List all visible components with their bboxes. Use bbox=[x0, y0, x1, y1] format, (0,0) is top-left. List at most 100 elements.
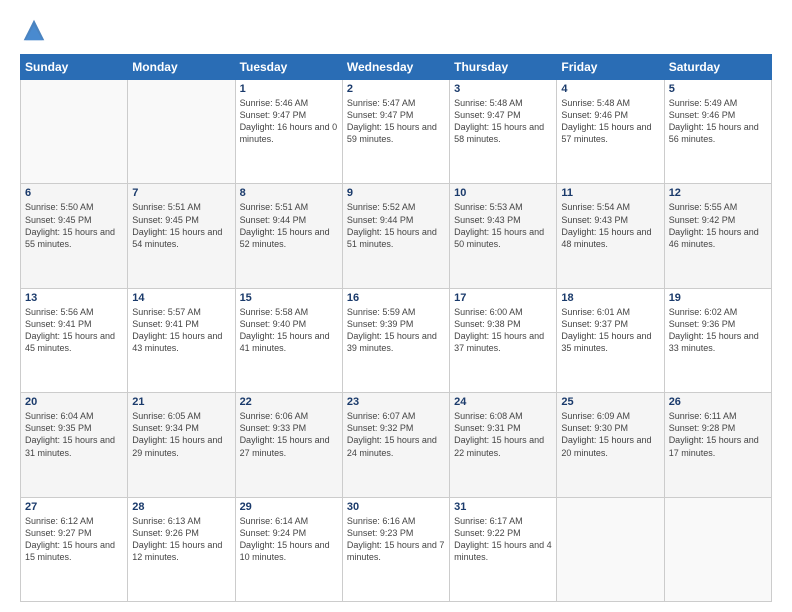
day-number: 23 bbox=[347, 396, 445, 408]
day-info: Sunrise: 5:49 AM Sunset: 9:46 PM Dayligh… bbox=[669, 97, 767, 146]
day-of-week-header: Thursday bbox=[450, 55, 557, 80]
day-number: 14 bbox=[132, 292, 230, 304]
calendar-week-row: 1 Sunrise: 5:46 AM Sunset: 9:47 PM Daylig… bbox=[21, 80, 772, 184]
day-number: 20 bbox=[25, 396, 123, 408]
header bbox=[20, 16, 772, 44]
day-number: 15 bbox=[240, 292, 338, 304]
day-info: Sunrise: 6:16 AM Sunset: 9:23 PM Dayligh… bbox=[347, 515, 445, 564]
calendar-cell: 7Sunrise: 5:51 AM Sunset: 9:45 PM Daylig… bbox=[128, 184, 235, 288]
day-info: Sunrise: 6:13 AM Sunset: 9:26 PM Dayligh… bbox=[132, 515, 230, 564]
calendar-cell bbox=[21, 80, 128, 184]
day-info: Sunrise: 5:52 AM Sunset: 9:44 PM Dayligh… bbox=[347, 201, 445, 250]
day-info: Sunrise: 6:05 AM Sunset: 9:34 PM Dayligh… bbox=[132, 410, 230, 459]
calendar-cell bbox=[664, 497, 771, 601]
calendar-cell: 29Sunrise: 6:14 AM Sunset: 9:24 PM Dayli… bbox=[235, 497, 342, 601]
day-number: 12 bbox=[669, 187, 767, 199]
calendar-cell: 21 Sunrise: 6:05 AM Sunset: 9:34 PM Dayli… bbox=[128, 393, 235, 497]
day-info: Sunrise: 5:47 AM Sunset: 9:47 PM Dayligh… bbox=[347, 97, 445, 146]
day-number: 26 bbox=[669, 396, 767, 408]
calendar-header-row: SundayMondayTuesdayWednesdayThursdayFrid… bbox=[21, 55, 772, 80]
day-number: 29 bbox=[240, 501, 338, 513]
day-info: Sunrise: 5:48 AM Sunset: 9:46 PM Dayligh… bbox=[561, 97, 659, 146]
day-number: 2 bbox=[347, 83, 445, 95]
day-info: Sunrise: 6:08 AM Sunset: 9:31 PM Dayligh… bbox=[454, 410, 552, 459]
calendar-cell: 19 Sunrise: 6:02 AM Sunset: 9:36 PM Dayli… bbox=[664, 288, 771, 392]
calendar-cell: 10 Sunrise: 5:53 AM Sunset: 9:43 PM Dayli… bbox=[450, 184, 557, 288]
day-number: 3 bbox=[454, 83, 552, 95]
day-number: 1 bbox=[240, 83, 338, 95]
calendar-cell: 24 Sunrise: 6:08 AM Sunset: 9:31 PM Dayli… bbox=[450, 393, 557, 497]
calendar-cell: 28Sunrise: 6:13 AM Sunset: 9:26 PM Dayli… bbox=[128, 497, 235, 601]
day-info: Sunrise: 5:53 AM Sunset: 9:43 PM Dayligh… bbox=[454, 201, 552, 250]
day-info: Sunrise: 6:04 AM Sunset: 9:35 PM Dayligh… bbox=[25, 410, 123, 459]
page: SundayMondayTuesdayWednesdayThursdayFrid… bbox=[0, 0, 792, 612]
day-info: Sunrise: 5:57 AM Sunset: 9:41 PM Dayligh… bbox=[132, 306, 230, 355]
calendar-cell: 5Sunrise: 5:49 AM Sunset: 9:46 PM Daylig… bbox=[664, 80, 771, 184]
day-number: 17 bbox=[454, 292, 552, 304]
day-of-week-header: Wednesday bbox=[342, 55, 449, 80]
day-info: Sunrise: 5:48 AM Sunset: 9:47 PM Dayligh… bbox=[454, 97, 552, 146]
day-number: 21 bbox=[132, 396, 230, 408]
logo-icon bbox=[20, 16, 48, 44]
calendar-cell: 4 Sunrise: 5:48 AM Sunset: 9:46 PM Daylig… bbox=[557, 80, 664, 184]
day-number: 30 bbox=[347, 501, 445, 513]
calendar-cell: 23 Sunrise: 6:07 AM Sunset: 9:32 PM Dayli… bbox=[342, 393, 449, 497]
day-info: Sunrise: 5:56 AM Sunset: 9:41 PM Dayligh… bbox=[25, 306, 123, 355]
calendar-week-row: 6Sunrise: 5:50 AM Sunset: 9:45 PM Daylig… bbox=[21, 184, 772, 288]
day-info: Sunrise: 6:06 AM Sunset: 9:33 PM Dayligh… bbox=[240, 410, 338, 459]
calendar-cell: 18 Sunrise: 6:01 AM Sunset: 9:37 PM Dayli… bbox=[557, 288, 664, 392]
calendar-cell: 16 Sunrise: 5:59 AM Sunset: 9:39 PM Dayli… bbox=[342, 288, 449, 392]
calendar-cell: 1 Sunrise: 5:46 AM Sunset: 9:47 PM Daylig… bbox=[235, 80, 342, 184]
day-info: Sunrise: 6:12 AM Sunset: 9:27 PM Dayligh… bbox=[25, 515, 123, 564]
day-number: 13 bbox=[25, 292, 123, 304]
day-number: 27 bbox=[25, 501, 123, 513]
day-info: Sunrise: 5:51 AM Sunset: 9:44 PM Dayligh… bbox=[240, 201, 338, 250]
day-number: 16 bbox=[347, 292, 445, 304]
day-number: 10 bbox=[454, 187, 552, 199]
calendar-cell: 17 Sunrise: 6:00 AM Sunset: 9:38 PM Dayli… bbox=[450, 288, 557, 392]
day-number: 18 bbox=[561, 292, 659, 304]
calendar-cell bbox=[557, 497, 664, 601]
calendar-cell: 25Sunrise: 6:09 AM Sunset: 9:30 PM Dayli… bbox=[557, 393, 664, 497]
calendar-week-row: 27 Sunrise: 6:12 AM Sunset: 9:27 PM Dayli… bbox=[21, 497, 772, 601]
calendar-cell: 6Sunrise: 5:50 AM Sunset: 9:45 PM Daylig… bbox=[21, 184, 128, 288]
day-info: Sunrise: 6:02 AM Sunset: 9:36 PM Dayligh… bbox=[669, 306, 767, 355]
calendar-cell: 20 Sunrise: 6:04 AM Sunset: 9:35 PM Dayli… bbox=[21, 393, 128, 497]
calendar-cell: 27 Sunrise: 6:12 AM Sunset: 9:27 PM Dayli… bbox=[21, 497, 128, 601]
calendar-week-row: 13 Sunrise: 5:56 AM Sunset: 9:41 PM Dayli… bbox=[21, 288, 772, 392]
day-info: Sunrise: 6:09 AM Sunset: 9:30 PM Dayligh… bbox=[561, 410, 659, 459]
day-info: Sunrise: 5:51 AM Sunset: 9:45 PM Dayligh… bbox=[132, 201, 230, 250]
calendar-cell: 22 Sunrise: 6:06 AM Sunset: 9:33 PM Dayli… bbox=[235, 393, 342, 497]
calendar-cell: 15 Sunrise: 5:58 AM Sunset: 9:40 PM Dayli… bbox=[235, 288, 342, 392]
day-number: 24 bbox=[454, 396, 552, 408]
day-number: 31 bbox=[454, 501, 552, 513]
day-number: 11 bbox=[561, 187, 659, 199]
day-number: 22 bbox=[240, 396, 338, 408]
day-of-week-header: Friday bbox=[557, 55, 664, 80]
day-of-week-header: Tuesday bbox=[235, 55, 342, 80]
calendar-cell: 13 Sunrise: 5:56 AM Sunset: 9:41 PM Dayli… bbox=[21, 288, 128, 392]
calendar: SundayMondayTuesdayWednesdayThursdayFrid… bbox=[20, 54, 772, 602]
day-number: 6 bbox=[25, 187, 123, 199]
day-info: Sunrise: 6:00 AM Sunset: 9:38 PM Dayligh… bbox=[454, 306, 552, 355]
day-of-week-header: Monday bbox=[128, 55, 235, 80]
day-info: Sunrise: 6:11 AM Sunset: 9:28 PM Dayligh… bbox=[669, 410, 767, 459]
calendar-week-row: 20 Sunrise: 6:04 AM Sunset: 9:35 PM Dayli… bbox=[21, 393, 772, 497]
logo bbox=[20, 16, 52, 44]
day-info: Sunrise: 6:01 AM Sunset: 9:37 PM Dayligh… bbox=[561, 306, 659, 355]
calendar-cell: 12 Sunrise: 5:55 AM Sunset: 9:42 PM Dayli… bbox=[664, 184, 771, 288]
calendar-cell: 8Sunrise: 5:51 AM Sunset: 9:44 PM Daylig… bbox=[235, 184, 342, 288]
day-info: Sunrise: 5:46 AM Sunset: 9:47 PM Dayligh… bbox=[240, 97, 338, 146]
day-info: Sunrise: 5:55 AM Sunset: 9:42 PM Dayligh… bbox=[669, 201, 767, 250]
day-info: Sunrise: 6:17 AM Sunset: 9:22 PM Dayligh… bbox=[454, 515, 552, 564]
day-info: Sunrise: 5:59 AM Sunset: 9:39 PM Dayligh… bbox=[347, 306, 445, 355]
calendar-cell: 2 Sunrise: 5:47 AM Sunset: 9:47 PM Daylig… bbox=[342, 80, 449, 184]
day-of-week-header: Saturday bbox=[664, 55, 771, 80]
calendar-cell: 3 Sunrise: 5:48 AM Sunset: 9:47 PM Daylig… bbox=[450, 80, 557, 184]
day-info: Sunrise: 6:07 AM Sunset: 9:32 PM Dayligh… bbox=[347, 410, 445, 459]
day-number: 9 bbox=[347, 187, 445, 199]
day-info: Sunrise: 5:58 AM Sunset: 9:40 PM Dayligh… bbox=[240, 306, 338, 355]
calendar-cell: 30 Sunrise: 6:16 AM Sunset: 9:23 PM Dayli… bbox=[342, 497, 449, 601]
day-number: 19 bbox=[669, 292, 767, 304]
day-number: 4 bbox=[561, 83, 659, 95]
